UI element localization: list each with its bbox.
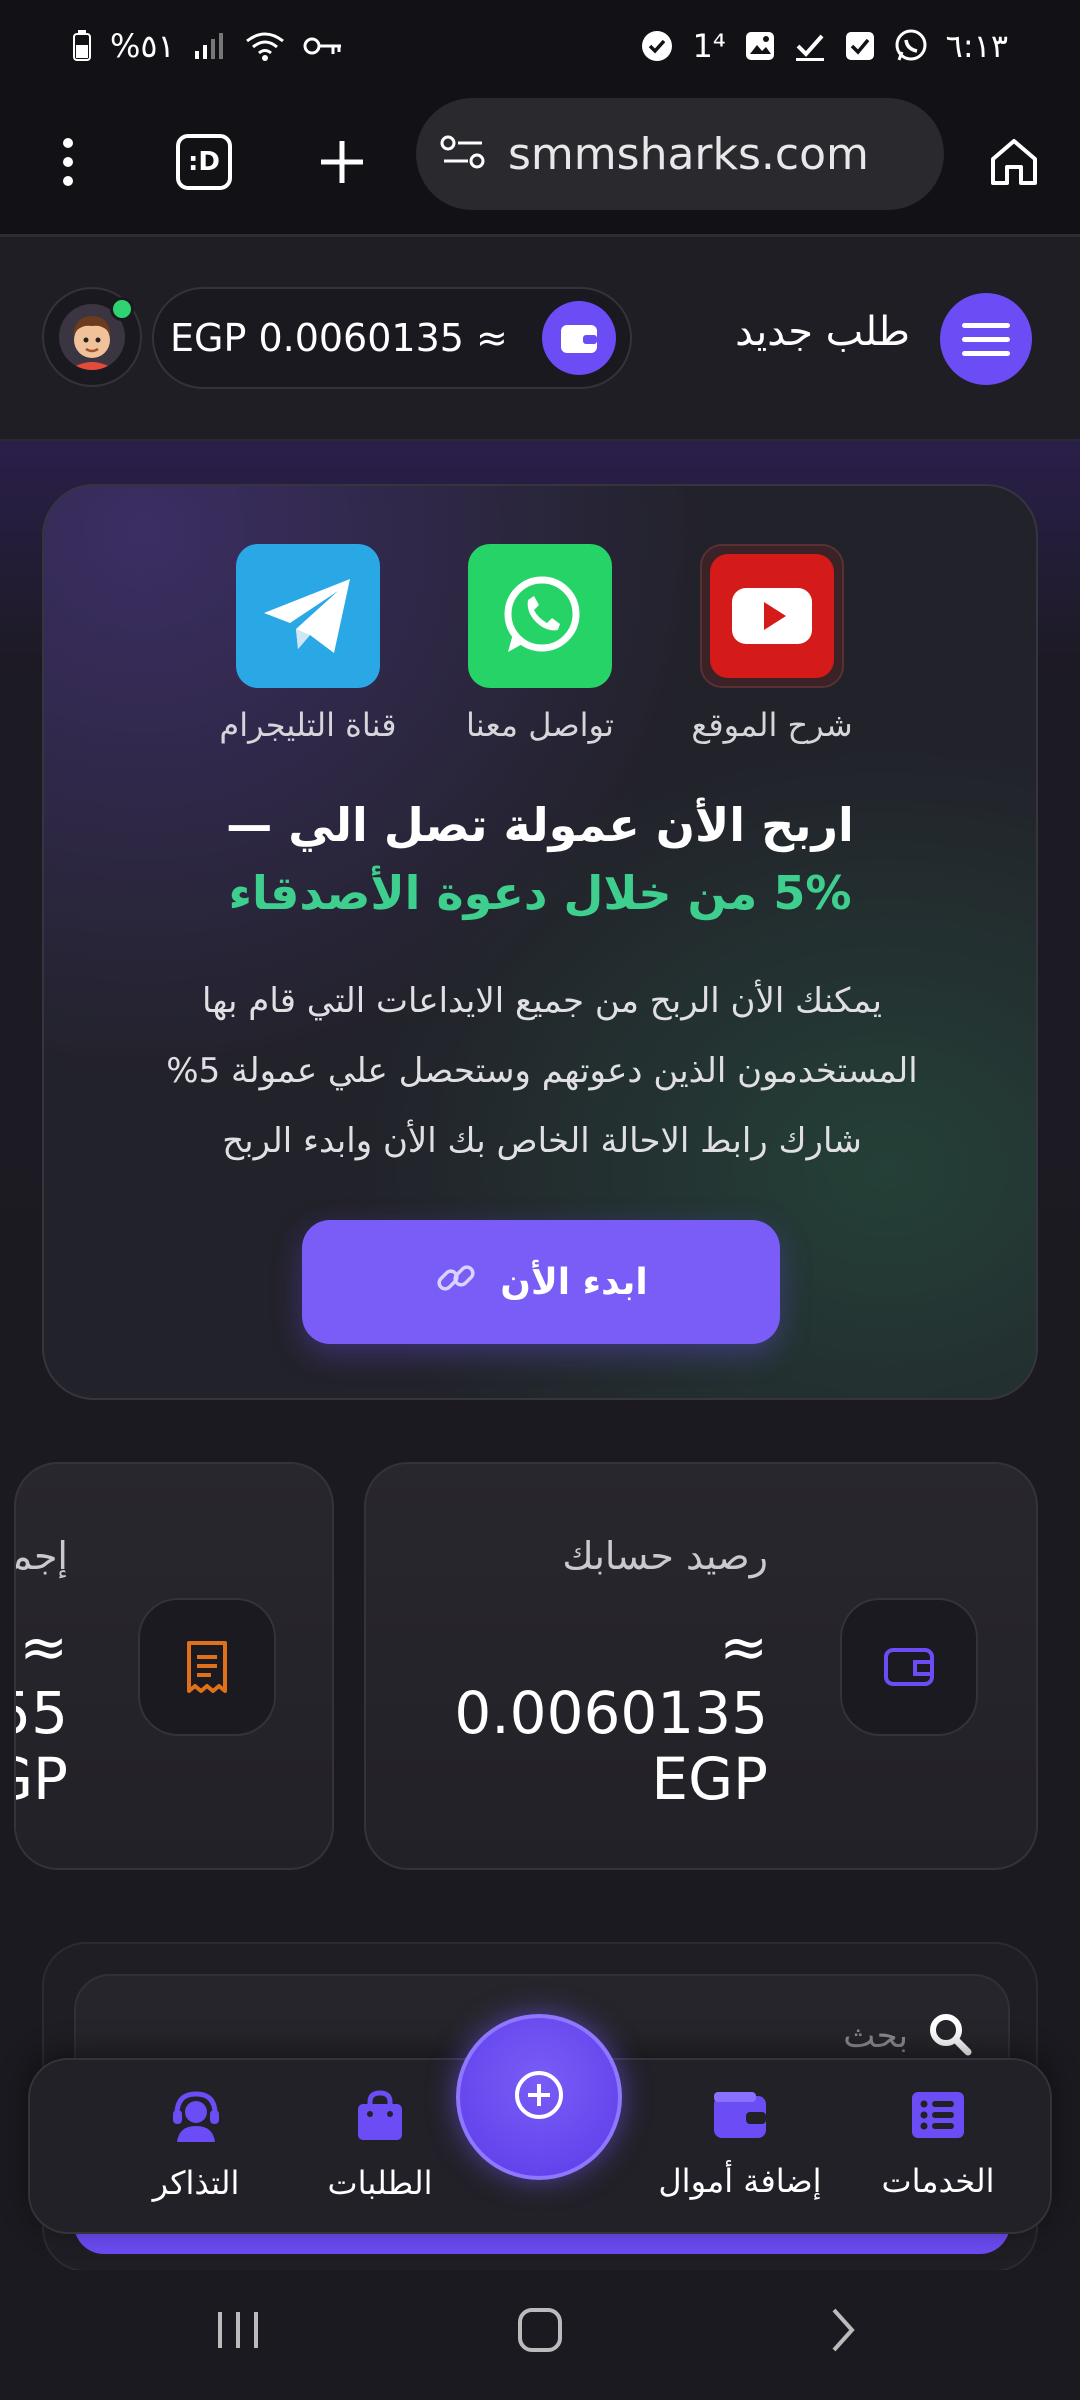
vpn-key-icon — [303, 34, 343, 58]
site-settings-icon[interactable] — [440, 134, 486, 174]
task-check-icon — [794, 30, 826, 62]
battery-icon — [72, 30, 92, 62]
nav-add-funds-label: إضافة أموال — [658, 2162, 822, 2200]
receipt-icon — [138, 1598, 276, 1736]
nav-services-label: الخدمات — [881, 2162, 995, 2200]
add-funds-wallet-icon — [712, 2090, 768, 2144]
new-order-fab[interactable] — [456, 2014, 622, 2180]
nav-add-funds[interactable]: إضافة أموال — [630, 2090, 850, 2200]
whatsapp-icon — [468, 544, 612, 688]
spent-card-title: إجمـ — [14, 1534, 68, 1578]
image-icon — [744, 30, 776, 62]
url-text: smmsharks.com — [508, 128, 869, 180]
youtube-tutorial-link[interactable]: شرح الموقع — [682, 544, 862, 744]
telegram-label: قناة التليجرام — [219, 706, 397, 744]
search-placeholder: بحث — [843, 2016, 908, 2056]
new-tab-icon[interactable] — [314, 134, 370, 190]
nav-services[interactable]: الخدمات — [848, 2090, 1028, 2200]
shopping-bag-icon — [356, 2090, 404, 2146]
services-list-icon — [910, 2090, 966, 2144]
promo-subtitle: 5% من خلال دعوة الأصدقاء — [228, 866, 852, 920]
promo-description: يمكنك الأن الربح من جميع الايداعات التي … — [94, 966, 990, 1176]
hamburger-menu-button[interactable] — [940, 293, 1032, 385]
whatsapp-contact-link[interactable]: تواصل معنا — [450, 544, 630, 744]
signal-icon — [193, 31, 227, 61]
balance-card-title: رصيد حسابك — [562, 1534, 768, 1578]
back-icon[interactable] — [818, 2306, 866, 2358]
site-header: طلب جديد EGP 0.0060135 ≈ — [0, 237, 1080, 441]
promo-title: اربح الأن عمولة تصل الي — — [226, 798, 854, 852]
balance-pill[interactable]: EGP 0.0060135 ≈ — [152, 287, 632, 389]
support-agent-icon — [171, 2090, 221, 2146]
balance-card-value: ≈ 0.0060135 EGP — [454, 1613, 768, 1813]
promo-line-3: شارك رابط الاحالة الخاص بك الأن وابدء ال… — [222, 1121, 862, 1161]
link-icon — [434, 1256, 478, 1309]
status-bar: %٥١ 1⁴ ٦:١٣ — [0, 0, 1080, 92]
tabs-button-label: :D — [188, 147, 220, 177]
header-balance-amount: EGP 0.0060135 ≈ — [170, 316, 508, 360]
clock: ٦:١٣ — [945, 27, 1008, 65]
browser-toolbar: :D smmsharks.com — [0, 92, 1080, 234]
wifi-icon — [245, 31, 285, 61]
system-navigation-bar — [0, 2270, 1080, 2400]
social-links: قناة التليجرام تواصل معنا شرح الموقع — [44, 544, 1036, 744]
home-icon[interactable] — [984, 132, 1044, 192]
status-left: %٥١ — [72, 27, 343, 65]
whatsapp-label: تواصل معنا — [466, 706, 614, 744]
tabs-button[interactable]: :D — [176, 134, 232, 190]
address-bar[interactable]: smmsharks.com — [416, 98, 944, 210]
user-avatar-button[interactable] — [42, 287, 142, 387]
nav-orders-label: الطلبات — [327, 2164, 433, 2202]
plus-circle-icon — [513, 2069, 565, 2125]
promo-line-2: المستخدمون الذين دعوتهم وستحصل علي عمولة… — [166, 1051, 918, 1091]
nav-tickets-label: التذاكر — [152, 2164, 240, 2202]
telegram-icon — [236, 544, 380, 688]
spent-card-value: ≈ 55 GP — [16, 1613, 68, 1813]
nav-tickets[interactable]: التذاكر — [116, 2090, 276, 2202]
promo-line-1: يمكنك الأن الربح من جميع الايداعات التي … — [202, 981, 882, 1021]
total-spent-card: إجمـ ≈ 55 GP — [14, 1462, 334, 1870]
telegram-channel-link[interactable]: قناة التليجرام — [218, 544, 398, 744]
browser-menu-icon[interactable] — [40, 134, 96, 190]
home-nav-icon[interactable] — [516, 2306, 564, 2358]
nav-orders[interactable]: الطلبات — [300, 2090, 460, 2202]
status-right: 1⁴ ٦:١٣ — [640, 27, 1008, 65]
notification-count: 1⁴ — [692, 27, 726, 65]
whatsapp-status-icon — [894, 29, 928, 63]
battery-percent: %٥١ — [110, 27, 175, 65]
wallet-outline-icon — [840, 1598, 978, 1736]
check-circle-icon — [640, 29, 674, 63]
referral-promo-card: قناة التليجرام تواصل معنا شرح الموقع ارب… — [42, 484, 1038, 1400]
recent-apps-icon[interactable] — [214, 2306, 262, 2358]
wallet-icon — [542, 301, 616, 375]
new-order-link[interactable]: طلب جديد — [735, 309, 910, 355]
start-now-label: ابدء الأن — [500, 1261, 648, 1303]
start-now-button[interactable]: ابدء الأن — [302, 1220, 780, 1344]
account-balance-card: رصيد حسابك ≈ 0.0060135 EGP — [364, 1462, 1038, 1870]
search-icon — [928, 2012, 972, 2060]
youtube-icon — [700, 544, 844, 688]
youtube-label: شرح الموقع — [691, 706, 853, 744]
online-status-dot — [110, 297, 134, 321]
checkbox-icon — [844, 30, 876, 62]
